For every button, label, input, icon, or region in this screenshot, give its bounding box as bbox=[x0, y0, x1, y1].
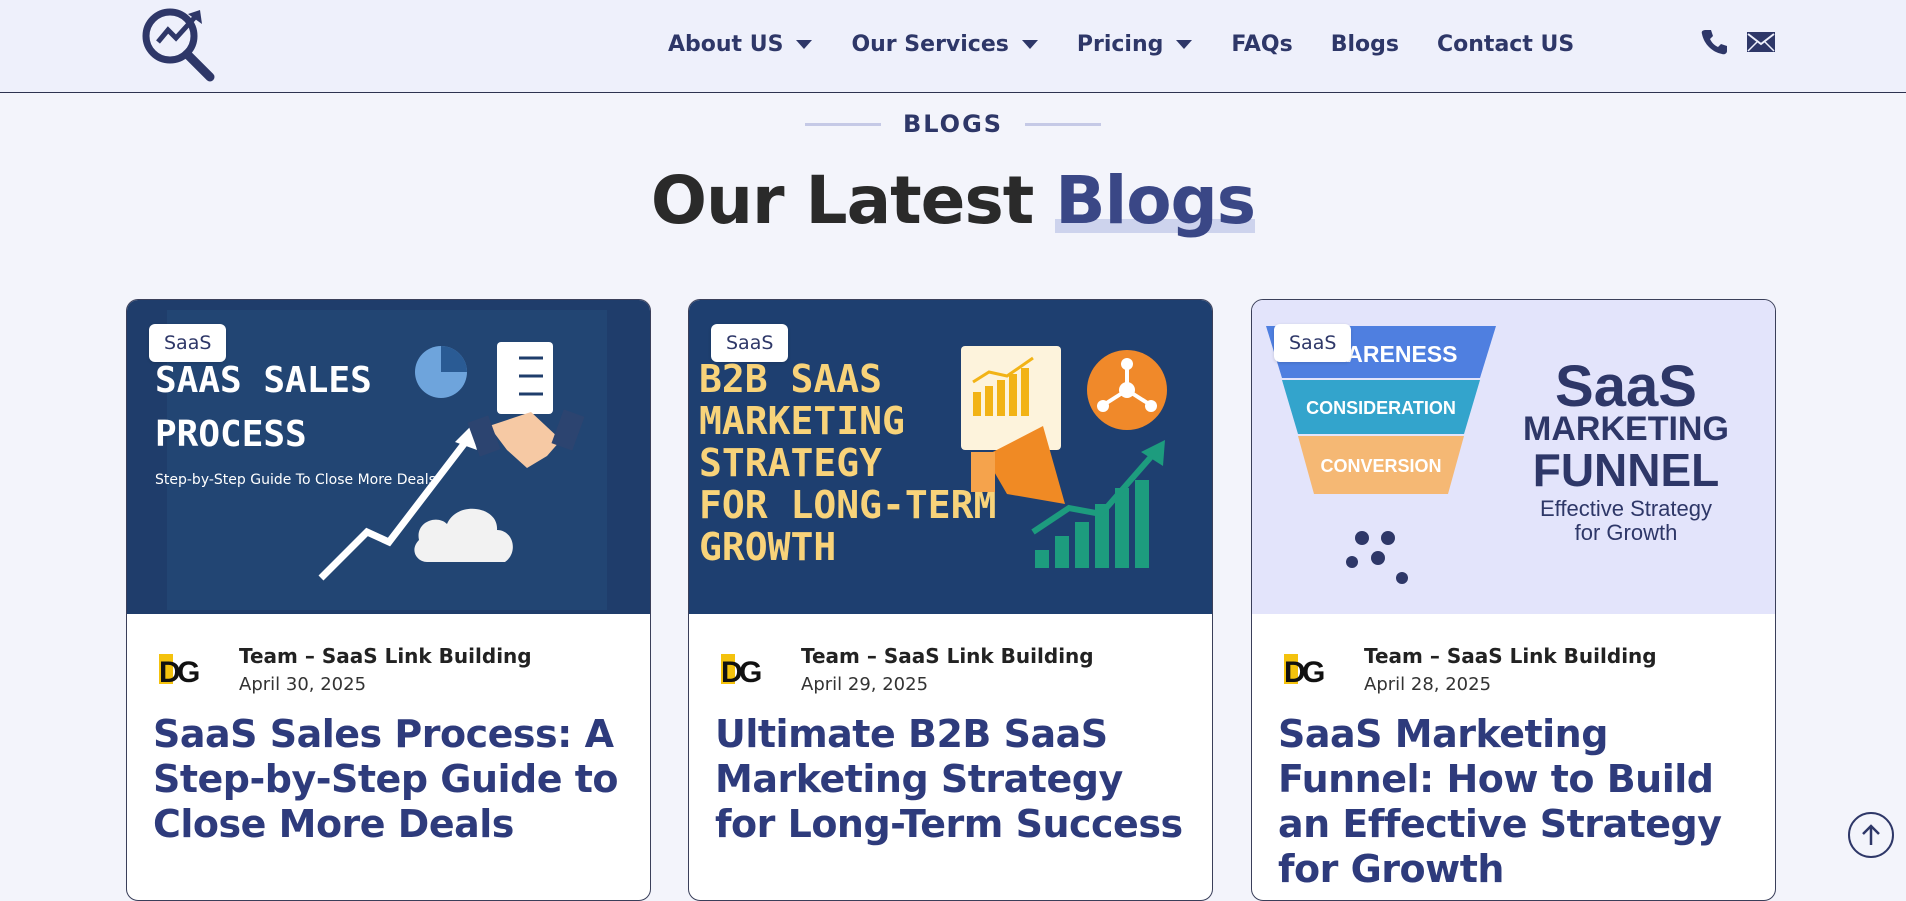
nav-contact-us[interactable]: Contact US bbox=[1437, 32, 1574, 57]
image-text: STRATEGY bbox=[699, 441, 882, 485]
main-nav: About US Our Services Pricing FAQs Blogs… bbox=[668, 0, 1612, 88]
blog-card[interactable]: SAAS SALES PROCESS Step-by-Step Guide To… bbox=[126, 299, 651, 901]
svg-text:G: G bbox=[739, 656, 762, 689]
scroll-to-top-button[interactable] bbox=[1848, 812, 1894, 858]
blog-card-image[interactable]: B2B SAAS MARKETING STRATEGY FOR LONG-TER… bbox=[689, 300, 1212, 614]
nav-pricing[interactable]: Pricing bbox=[1077, 32, 1194, 57]
eyebrow-label: BLOGS bbox=[902, 110, 1004, 138]
blog-card[interactable]: B2B SAAS MARKETING STRATEGY FOR LONG-TER… bbox=[688, 299, 1213, 901]
site-logo[interactable] bbox=[138, 4, 218, 82]
arrow-up-icon bbox=[1862, 824, 1880, 845]
image-text: GROWTH bbox=[699, 525, 836, 569]
post-title[interactable]: SaaS Marketing Funnel: How to Build an E… bbox=[1278, 712, 1758, 892]
section-title: Our Latest Blogs bbox=[0, 162, 1906, 239]
blog-card-image[interactable]: AWARENESS CONSIDERATION CONVERSION SaaS … bbox=[1252, 300, 1775, 614]
nav-our-services[interactable]: Our Services bbox=[851, 32, 1038, 57]
category-badge[interactable]: SaaS bbox=[149, 324, 227, 362]
image-text: SAAS SALES bbox=[155, 360, 372, 401]
image-text: Step-by-Step Guide To Close More Deals bbox=[155, 472, 436, 488]
image-text: B2B SAAS bbox=[699, 357, 882, 401]
svg-text:G: G bbox=[1302, 656, 1325, 689]
mail-icon[interactable] bbox=[1746, 30, 1776, 54]
category-badge[interactable]: SaaS bbox=[711, 324, 789, 362]
author-logo: D G bbox=[1284, 654, 1325, 689]
image-text: MARKETING bbox=[699, 399, 905, 443]
nav-label: About US bbox=[668, 31, 784, 57]
image-text: FUNNEL bbox=[1533, 444, 1720, 496]
section-eyebrow: BLOGS bbox=[0, 110, 1906, 138]
phone-icon[interactable] bbox=[1700, 28, 1728, 56]
blog-card[interactable]: AWARENESS CONSIDERATION CONVERSION SaaS … bbox=[1251, 299, 1776, 901]
title-highlight: Blogs bbox=[1055, 162, 1256, 239]
funnel-stage: CONSIDERATION bbox=[1306, 398, 1456, 418]
image-text: PROCESS bbox=[155, 414, 307, 455]
author-logo: D G bbox=[721, 654, 762, 689]
nav-about-us[interactable]: About US bbox=[668, 32, 813, 57]
divider bbox=[1025, 122, 1102, 126]
author-name[interactable]: Team – SaaS Link Building bbox=[1364, 644, 1657, 668]
nav-faqs[interactable]: FAQs bbox=[1231, 32, 1292, 57]
funnel-stage: CONVERSION bbox=[1320, 456, 1441, 476]
post-title[interactable]: SaaS Sales Process: A Step-by-Step Guide… bbox=[153, 712, 633, 847]
image-text: for Growth bbox=[1575, 520, 1678, 545]
post-date: April 28, 2025 bbox=[1364, 674, 1492, 695]
site-header: About US Our Services Pricing FAQs Blogs… bbox=[0, 0, 1906, 93]
divider bbox=[804, 122, 881, 126]
chevron-down-icon bbox=[796, 40, 813, 49]
chevron-down-icon bbox=[1021, 40, 1038, 49]
author-name[interactable]: Team – SaaS Link Building bbox=[801, 644, 1094, 668]
nav-label: Blogs bbox=[1330, 31, 1399, 57]
title-main: Our Latest bbox=[650, 162, 1034, 239]
image-text: Effective Strategy bbox=[1540, 496, 1712, 521]
image-text: FOR LONG-TERM bbox=[699, 483, 996, 527]
nav-blogs[interactable]: Blogs bbox=[1331, 32, 1399, 57]
post-date: April 29, 2025 bbox=[801, 674, 929, 695]
nav-label: Pricing bbox=[1076, 31, 1164, 57]
chevron-down-icon bbox=[1176, 40, 1193, 49]
nav-label: Our Services bbox=[851, 31, 1009, 57]
nav-label: Contact US bbox=[1437, 31, 1575, 57]
contact-icons bbox=[1700, 28, 1776, 56]
post-date: April 30, 2025 bbox=[239, 674, 367, 695]
image-text: MARKETING bbox=[1523, 410, 1729, 448]
author-name[interactable]: Team – SaaS Link Building bbox=[239, 644, 532, 668]
post-title[interactable]: Ultimate B2B SaaS Marketing Strategy for… bbox=[715, 712, 1195, 847]
nav-label: FAQs bbox=[1231, 31, 1293, 57]
svg-text:G: G bbox=[177, 656, 200, 689]
author-logo: D G bbox=[159, 654, 200, 689]
blog-card-image[interactable]: SAAS SALES PROCESS Step-by-Step Guide To… bbox=[127, 300, 650, 614]
category-badge[interactable]: SaaS bbox=[1274, 324, 1352, 362]
